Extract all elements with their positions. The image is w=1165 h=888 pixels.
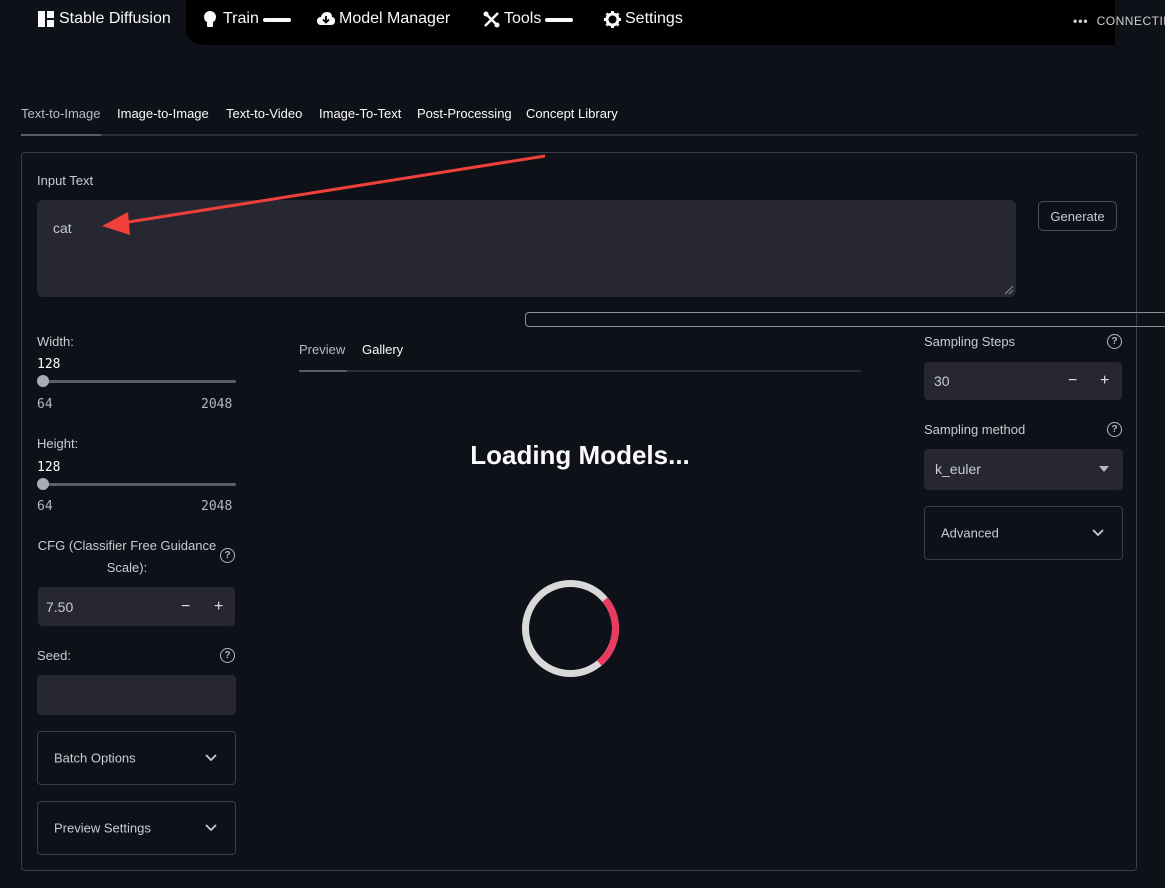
sampling-steps-help-icon[interactable]: ?	[1107, 334, 1122, 349]
top-nav: Stable Diffusion Train Model Manager Too…	[0, 0, 1165, 45]
nav-label: Model Manager	[339, 10, 451, 27]
advanced-expander[interactable]: Advanced	[924, 506, 1123, 560]
tools-icon	[482, 10, 500, 28]
batch-options-label: Batch Options	[54, 750, 136, 766]
dropdown-indicator-icon	[262, 18, 291, 22]
sampling-method-help-icon[interactable]: ?	[1107, 422, 1122, 437]
dropdown-indicator-icon	[545, 18, 574, 22]
nav-train[interactable]: Train	[201, 0, 291, 38]
loading-message: Loading Models...	[470, 440, 690, 470]
resize-handle-icon[interactable]	[1002, 283, 1014, 295]
tab-text-to-video[interactable]: Text-to-Video	[226, 106, 302, 121]
active-subtab-indicator	[299, 370, 347, 372]
minus-icon[interactable]: −	[181, 598, 190, 616]
caret-down-icon	[1099, 466, 1109, 472]
progress-bar	[525, 312, 1165, 327]
height-value: 128	[37, 460, 61, 475]
chevron-down-icon	[205, 754, 217, 762]
connection-status: ••• CONNECTING	[1073, 14, 1165, 28]
sampling-method-value: k_euler	[935, 461, 981, 477]
width-slider[interactable]	[37, 380, 236, 383]
nav-tools[interactable]: Tools	[482, 0, 574, 38]
seed-input[interactable]	[37, 675, 236, 715]
width-max: 2048	[201, 397, 233, 412]
prompt-value: cat	[53, 220, 72, 236]
batch-options-expander[interactable]: Batch Options	[37, 731, 236, 785]
advanced-label: Advanced	[941, 525, 999, 541]
plus-icon[interactable]: +	[1100, 372, 1109, 390]
connection-status-text: CONNECTING	[1096, 14, 1165, 28]
tab-image-to-text[interactable]: Image-To-Text	[319, 106, 401, 121]
nav-settings[interactable]: Settings	[603, 0, 683, 38]
chevron-down-icon	[1092, 529, 1104, 537]
nav-label: Tools	[504, 10, 542, 27]
height-min: 64	[37, 499, 53, 514]
gear-icon	[603, 10, 621, 28]
sampling-steps-value: 30	[934, 373, 950, 389]
width-slider-thumb[interactable]	[37, 375, 49, 387]
nav-model-manager[interactable]: Model Manager	[317, 0, 450, 38]
nav-label: Settings	[625, 10, 683, 27]
nav-stable-diffusion[interactable]: Stable Diffusion	[26, 0, 186, 38]
tab-post-processing[interactable]: Post-Processing	[417, 106, 512, 121]
width-min: 64	[37, 397, 53, 412]
width-label: Width:	[37, 334, 74, 349]
input-text-label: Input Text	[37, 173, 94, 188]
nav-label: Train	[223, 10, 259, 27]
sampling-method-select[interactable]: k_euler	[924, 449, 1123, 490]
lightbulb-icon	[201, 10, 219, 28]
cfg-input[interactable]: 7.50 − +	[38, 587, 235, 626]
prompt-input[interactable]: cat	[37, 200, 1016, 297]
sampling-steps-label: Sampling Steps	[924, 334, 1016, 349]
chevron-down-icon	[205, 824, 217, 832]
tab-concept-library[interactable]: Concept Library	[526, 106, 618, 121]
cfg-value: 7.50	[46, 598, 74, 615]
tab-gallery[interactable]: Gallery	[362, 342, 403, 357]
height-max: 2048	[201, 499, 233, 514]
active-tab-indicator	[21, 134, 101, 136]
preview-settings-expander[interactable]: Preview Settings	[37, 801, 236, 855]
generate-button[interactable]: Generate	[1038, 201, 1117, 231]
height-slider-thumb[interactable]	[37, 478, 49, 490]
height-label: Height:	[37, 436, 79, 451]
cfg-help-icon[interactable]: ?	[220, 548, 235, 563]
seed-help-icon[interactable]: ?	[220, 648, 235, 663]
seed-label: Seed:	[37, 648, 71, 663]
width-value: 128	[37, 357, 61, 372]
sampling-steps-input[interactable]: 30 − +	[924, 362, 1122, 400]
preview-tabs: Preview Gallery	[299, 340, 861, 372]
tab-image-to-image[interactable]: Image-to-Image	[117, 106, 209, 121]
minus-icon[interactable]: −	[1068, 372, 1077, 390]
nav-label: Stable Diffusion	[59, 10, 171, 27]
loading-spinner-icon	[522, 580, 619, 677]
cfg-label: CFG (Classifier Free Guidance Scale):	[37, 538, 217, 575]
cloud-download-icon	[317, 10, 335, 28]
tab-text-to-image[interactable]: Text-to-Image	[21, 106, 100, 121]
tab-preview[interactable]: Preview	[299, 342, 345, 357]
main-tabs: Text-to-Image Image-to-Image Text-to-Vid…	[21, 104, 1137, 136]
plus-icon[interactable]: +	[214, 598, 223, 616]
dashboard-icon	[37, 10, 55, 28]
preview-settings-label: Preview Settings	[54, 820, 151, 836]
sampling-method-label: Sampling method	[924, 422, 1026, 437]
more-dots-icon: •••	[1073, 14, 1089, 28]
height-slider[interactable]	[37, 483, 236, 486]
